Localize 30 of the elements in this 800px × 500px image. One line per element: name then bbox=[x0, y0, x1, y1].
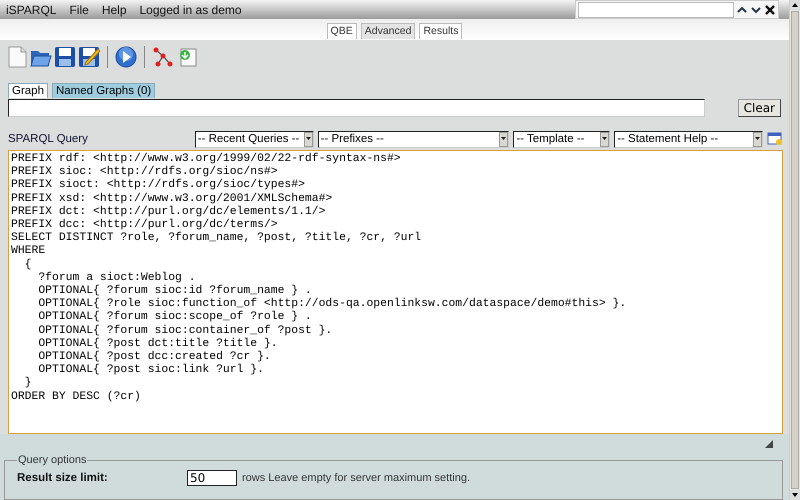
new-document-icon[interactable] bbox=[6, 46, 28, 68]
find-field[interactable] bbox=[578, 2, 734, 18]
play-icon[interactable] bbox=[115, 46, 137, 68]
view-tab[interactable]: Advanced bbox=[360, 23, 416, 40]
scroll-down-icon[interactable] bbox=[790, 490, 800, 500]
limit-field[interactable]: 50 bbox=[187, 470, 237, 486]
scroll-up-icon[interactable] bbox=[790, 0, 800, 10]
menu-item[interactable]: iSPARQL bbox=[6, 2, 56, 17]
menu-item[interactable]: Help bbox=[102, 2, 126, 17]
clear-button[interactable]: Clear bbox=[738, 99, 781, 117]
menu-item[interactable]: File bbox=[69, 2, 89, 17]
limit-label: Result size limit: bbox=[17, 472, 109, 484]
view-tab[interactable]: Results bbox=[419, 23, 462, 40]
dropdown[interactable]: -- Recent Queries -- bbox=[194, 130, 314, 148]
query-editor[interactable]: PREFIX rdf: <http://www.w3.org/1999/02/22-rdf-syntax-ns#> PREFIX sioc: <http://rdfs.org/sioc/ns#> PREFIX sioct: <http://rdfs.org/sioc/types#> PREFIX xsd: <http://www.w3.org/2001/XMLSchema#> PREFIX dct: <http://purl.org/dc/elements/1.1/> PREFIX dcc: <http://purl.org/dc/terms/> SELECT DISTINCT ?role, ?forum_name, ?post, ?title, ?cr, ?url WHERE { ?forum a sioct:Weblog . OPTIONAL{ ?forum sioc:id ?forum_name } . OPTIONAL{ ?role sioc:function_of <http://ods-qa.openlinksw.com/dataspace/demo#this> }. OPTIONAL{ ?forum sioc:scope_of ?role } . OPTIONAL{ ?forum sioc:container_of ?post }. OPTIONAL{ ?post dct:title ?title }. OPTIONAL{ ?post dcc:created ?cr }. OPTIONAL{ ?post sioc:link ?url }. } ORDER BY DESC (?cr) bbox=[8, 150, 783, 434]
graph-tab[interactable]: Named Graphs (0) bbox=[52, 83, 156, 98]
user-status: Logged in as demo bbox=[140, 2, 242, 17]
dropdown[interactable]: -- Statement Help -- bbox=[614, 130, 763, 148]
graph-tab[interactable]: Graph bbox=[8, 83, 48, 98]
graph-nodes-icon[interactable] bbox=[152, 46, 174, 68]
close-icon[interactable] bbox=[764, 4, 776, 16]
query-label: SPARQL Query bbox=[8, 133, 89, 145]
dropdown[interactable]: -- Template -- bbox=[513, 130, 610, 148]
graph-field[interactable] bbox=[8, 99, 705, 117]
limit-hint: rows Leave empty for server maximum setting. bbox=[242, 472, 470, 484]
dropdown[interactable]: -- Prefixes -- bbox=[318, 130, 510, 148]
options-legend: Query options bbox=[17, 454, 88, 466]
floppy-pencil-icon[interactable] bbox=[78, 46, 100, 68]
scrollbar[interactable] bbox=[790, 0, 800, 500]
view-tab[interactable]: QBE bbox=[326, 23, 357, 40]
